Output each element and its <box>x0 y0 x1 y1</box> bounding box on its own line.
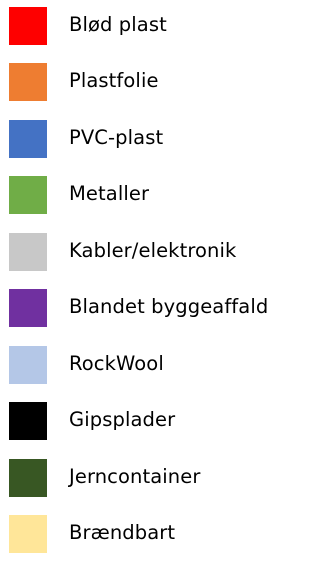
legend-label-braendbart: Brændbart <box>69 521 176 544</box>
legend-item-blandet-byggeaffald: Blandet byggeaffald <box>0 285 291 329</box>
legend-item-plastfolie: Plastfolie <box>0 59 291 103</box>
legend-swatch-blandet-byggeaffald <box>9 289 47 327</box>
legend-swatch-jerncontainer <box>9 459 47 497</box>
legend-label-gipsplader: Gipsplader <box>69 408 176 431</box>
legend-label-bloed-plast: Blød plast <box>69 13 167 36</box>
legend-label-jerncontainer: Jerncontainer <box>69 465 201 488</box>
legend-label-pvc-plast: PVC-plast <box>69 126 164 149</box>
legend-swatch-metaller <box>9 176 47 214</box>
legend-label-blandet-byggeaffald: Blandet byggeaffald <box>69 295 269 318</box>
legend-swatch-braendbart <box>9 515 47 553</box>
legend-swatch-plastfolie <box>9 63 47 101</box>
legend-item-rockwool: RockWool <box>0 342 291 386</box>
legend-item-jerncontainer: Jerncontainer <box>0 455 291 499</box>
legend-item-pvc-plast: PVC-plast <box>0 116 291 160</box>
legend-label-rockwool: RockWool <box>69 352 164 375</box>
legend-label-metaller: Metaller <box>69 182 150 205</box>
legend-swatch-bloed-plast <box>9 7 47 45</box>
legend-swatch-rockwool <box>9 346 47 384</box>
legend-item-metaller: Metaller <box>0 172 291 216</box>
legend-label-kabler-elektronik: Kabler/elektronik <box>69 239 237 262</box>
legend: Blød plast Plastfolie PVC-plast Metaller… <box>0 0 291 561</box>
legend-item-gipsplader: Gipsplader <box>0 398 291 442</box>
legend-swatch-kabler-elektronik <box>9 233 47 271</box>
legend-item-braendbart: Brændbart <box>0 511 291 555</box>
legend-swatch-gipsplader <box>9 402 47 440</box>
legend-label-plastfolie: Plastfolie <box>69 69 159 92</box>
legend-item-bloed-plast: Blød plast <box>0 3 291 47</box>
legend-item-kabler-elektronik: Kabler/elektronik <box>0 229 291 273</box>
legend-swatch-pvc-plast <box>9 120 47 158</box>
